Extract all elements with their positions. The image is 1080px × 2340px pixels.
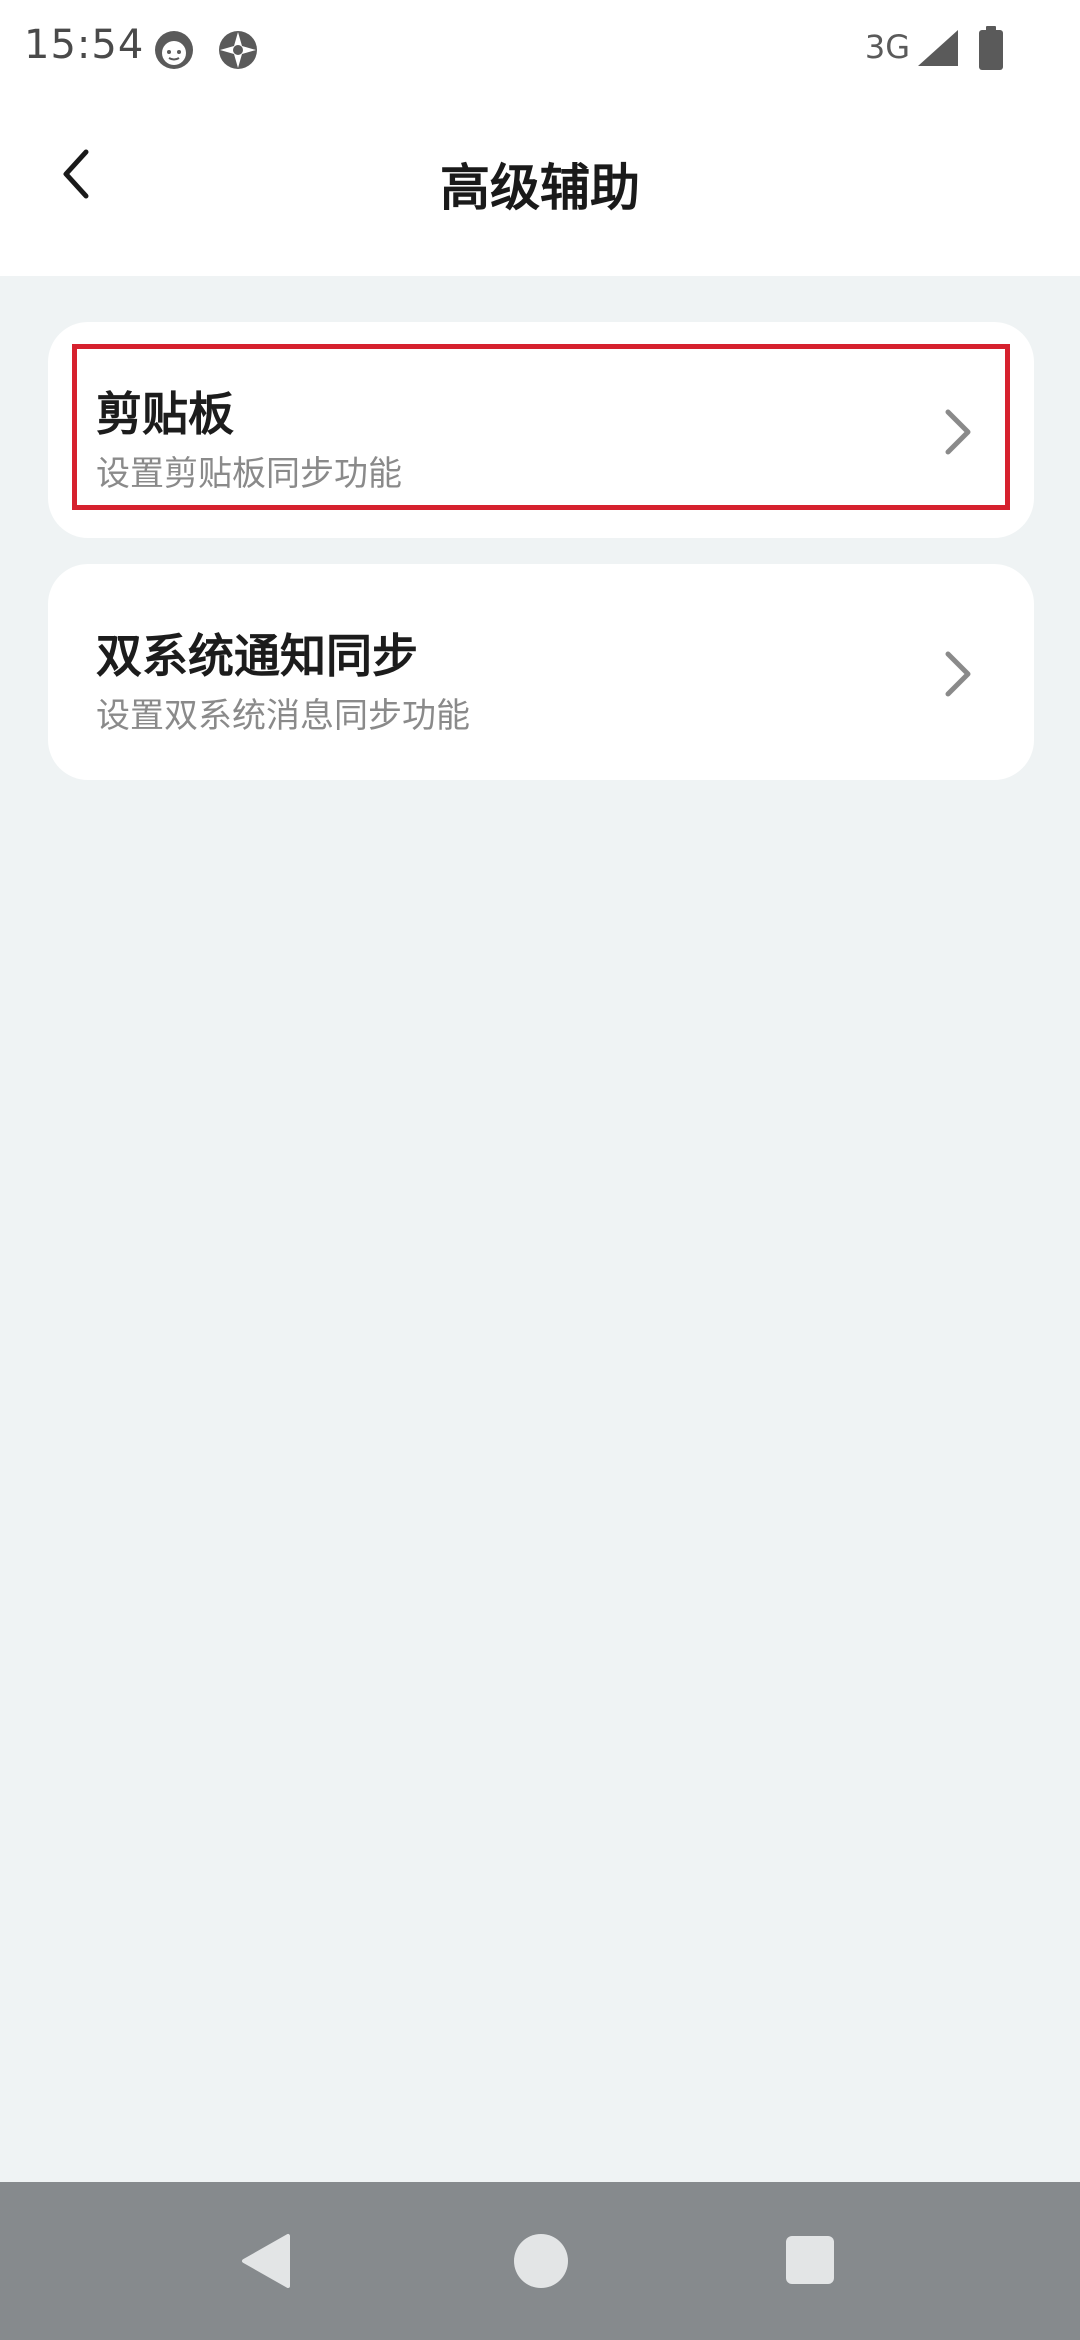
chevron-right-icon [945, 651, 971, 697]
notification-sync-title: 双系统通知同步 [96, 629, 418, 683]
page-title: 高级辅助 [440, 159, 640, 217]
signal-icon [918, 30, 958, 66]
battery-icon [979, 26, 1003, 70]
network-type-label: 3G [864, 28, 910, 66]
header: 高级辅助 [0, 100, 1080, 276]
browser-icon [219, 31, 257, 69]
navigation-bar [0, 2182, 1080, 2340]
status-bar: 15:54 3G [0, 0, 1080, 100]
notification-sync-subtitle: 设置双系统消息同步功能 [96, 696, 470, 736]
highlight-box [72, 344, 1010, 510]
home-circle-icon[interactable] [514, 2234, 568, 2288]
recents-square-icon[interactable] [786, 2236, 834, 2284]
back-triangle-icon[interactable] [238, 2232, 296, 2290]
notification-sync-card[interactable]: 双系统通知同步 设置双系统消息同步功能 [48, 564, 1034, 780]
face-icon [155, 31, 193, 69]
status-time: 15:54 [24, 22, 145, 68]
